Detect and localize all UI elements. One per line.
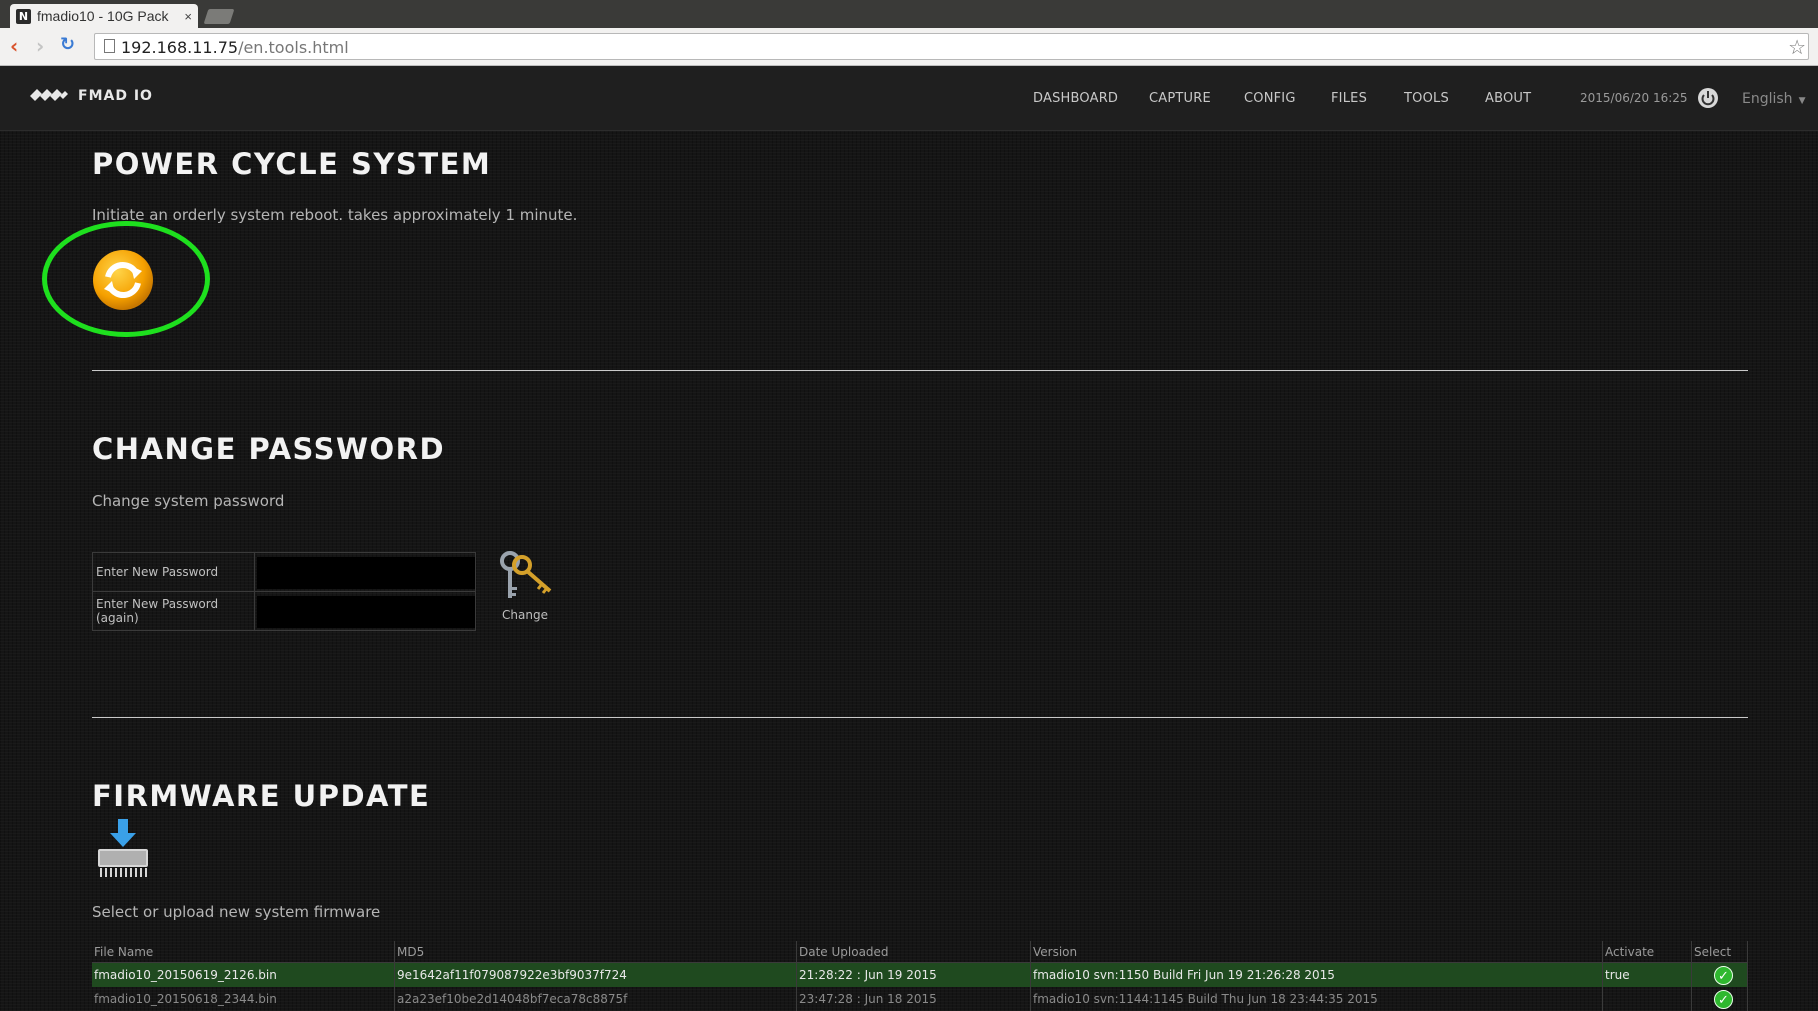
column-header: Select (1691, 941, 1748, 963)
nav-about[interactable]: ABOUT (1485, 91, 1531, 106)
confirm-password-input[interactable] (257, 596, 475, 628)
brand-name: FMAD IO (78, 88, 153, 104)
column-header: File Name (92, 941, 395, 963)
fmadio-logo-icon (30, 89, 68, 101)
firmware-update-title: FIRMWARE UPDATE (92, 779, 431, 813)
page-icon (104, 39, 115, 53)
back-icon[interactable]: ‹ (10, 36, 18, 56)
column-header: Date Uploaded (796, 941, 1031, 963)
file-name-cell: fmadio10_20150618_2344.bin (92, 987, 395, 1011)
reload-icon[interactable]: ↻ (60, 35, 75, 55)
new-password-input[interactable] (257, 557, 475, 589)
nav-tools[interactable]: TOOLS (1404, 91, 1449, 106)
site-navbar: FMAD IO DASHBOARD CAPTURE CONFIG FILES T… (0, 66, 1818, 131)
check-icon[interactable]: ✓ (1714, 965, 1733, 985)
activate-cell: true (1602, 962, 1692, 987)
select-cell: ✓ (1691, 962, 1748, 987)
nav-config[interactable]: CONFIG (1244, 91, 1296, 106)
confirm-password-label: Enter New Password (again) (92, 591, 255, 631)
md5-cell: 9e1642af11f079087922e3bf9037f724 (394, 962, 797, 987)
forward-icon[interactable]: › (36, 36, 44, 56)
browser-tabstrip: N fmadio10 - 10G Pack × (0, 0, 1818, 28)
date-cell: 21:28:22 : Jun 19 2015 (796, 962, 1031, 987)
language-select[interactable]: English ▼ (1742, 91, 1805, 107)
power-icon[interactable] (1697, 87, 1719, 109)
column-header: Activate (1602, 941, 1692, 963)
browser-toolbar: ‹ › ↻ 192.168.11.75/en.tools.html ☆ (0, 28, 1818, 66)
table-row[interactable]: fmadio10_20150619_2126.bin 9e1642af11f07… (92, 962, 1748, 987)
power-cycle-description: Initiate an orderly system reboot. takes… (92, 206, 578, 224)
column-header: MD5 (394, 941, 797, 963)
bookmark-star-icon[interactable]: ☆ (1788, 35, 1806, 60)
new-password-cell (254, 552, 476, 592)
chevron-down-icon: ▼ (1798, 96, 1806, 106)
date-cell: 23:47:28 : Jun 18 2015 (796, 987, 1031, 1011)
favicon-icon: N (16, 8, 31, 24)
table-row[interactable]: fmadio10_20150618_2344.bin a2a23ef10be2d… (92, 987, 1748, 1011)
new-tab-button[interactable] (203, 9, 235, 24)
section-divider (92, 717, 1748, 718)
md5-cell: a2a23ef10be2d14048bf7eca78c8875f (394, 987, 797, 1011)
system-datetime: 2015/06/20 16:25 (1580, 91, 1688, 105)
tools-page: POWER CYCLE SYSTEM Initiate an orderly s… (0, 131, 1818, 1011)
check-icon[interactable]: ✓ (1714, 989, 1733, 1009)
power-cycle-title: POWER CYCLE SYSTEM (92, 147, 492, 181)
firmware-upload-icon[interactable] (94, 819, 154, 879)
reboot-button[interactable] (90, 247, 156, 313)
url-host: 192.168.11.75 (121, 38, 239, 57)
version-cell: fmadio10 svn:1150 Build Fri Jun 19 21:26… (1030, 962, 1603, 987)
firmware-table: File Name MD5 Date Uploaded Version Acti… (92, 941, 1748, 1011)
change-password-button[interactable]: Change (494, 549, 556, 622)
nav-dashboard[interactable]: DASHBOARD (1033, 91, 1118, 106)
change-label: Change (502, 608, 548, 622)
url-path: /en.tools.html (238, 38, 349, 57)
change-password-description: Change system password (92, 492, 285, 510)
url-text: 192.168.11.75/en.tools.html (121, 38, 349, 57)
activate-cell (1602, 987, 1692, 1011)
address-bar[interactable]: 192.168.11.75/en.tools.html ☆ (94, 33, 1809, 60)
file-name-cell: fmadio10_20150619_2126.bin (92, 962, 395, 987)
tab-title: fmadio10 - 10G Pack (37, 8, 169, 24)
section-divider (92, 370, 1748, 371)
close-icon[interactable]: × (184, 9, 192, 24)
password-form: Enter New Password Enter New Password (a… (92, 552, 476, 631)
nav-files[interactable]: FILES (1331, 91, 1367, 106)
column-header: Version (1030, 941, 1603, 963)
version-cell: fmadio10 svn:1144:1145 Build Thu Jun 18 … (1030, 987, 1603, 1011)
keys-icon (500, 551, 552, 598)
new-password-label: Enter New Password (92, 552, 255, 592)
language-label: English (1742, 91, 1793, 107)
change-password-title: CHANGE PASSWORD (92, 432, 446, 466)
select-cell: ✓ (1691, 987, 1748, 1011)
table-header-row: File Name MD5 Date Uploaded Version Acti… (92, 941, 1748, 963)
nav-capture[interactable]: CAPTURE (1149, 91, 1211, 106)
confirm-password-cell (254, 591, 476, 631)
brand-logo[interactable]: FMAD IO (30, 88, 153, 104)
firmware-description: Select or upload new system firmware (92, 903, 381, 921)
browser-tab[interactable]: N fmadio10 - 10G Pack × (10, 4, 198, 28)
